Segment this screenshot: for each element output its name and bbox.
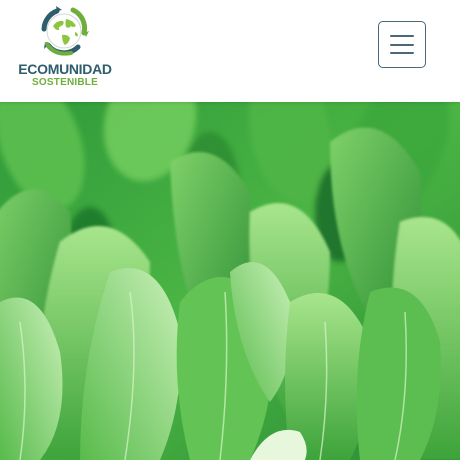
logo-subtitle: SOSTENIBLE	[32, 77, 98, 88]
site-header: ECOMUNIDAD SOSTENIBLE	[0, 0, 460, 102]
logo-title: ECOMUNIDAD	[18, 61, 112, 77]
menu-toggle-button[interactable]	[378, 21, 426, 68]
site-logo[interactable]: ECOMUNIDAD SOSTENIBLE	[17, 5, 113, 89]
hero-image	[0, 102, 460, 460]
green-seedling-leaves-photo	[0, 102, 460, 460]
globe-recycle-icon	[41, 6, 89, 56]
